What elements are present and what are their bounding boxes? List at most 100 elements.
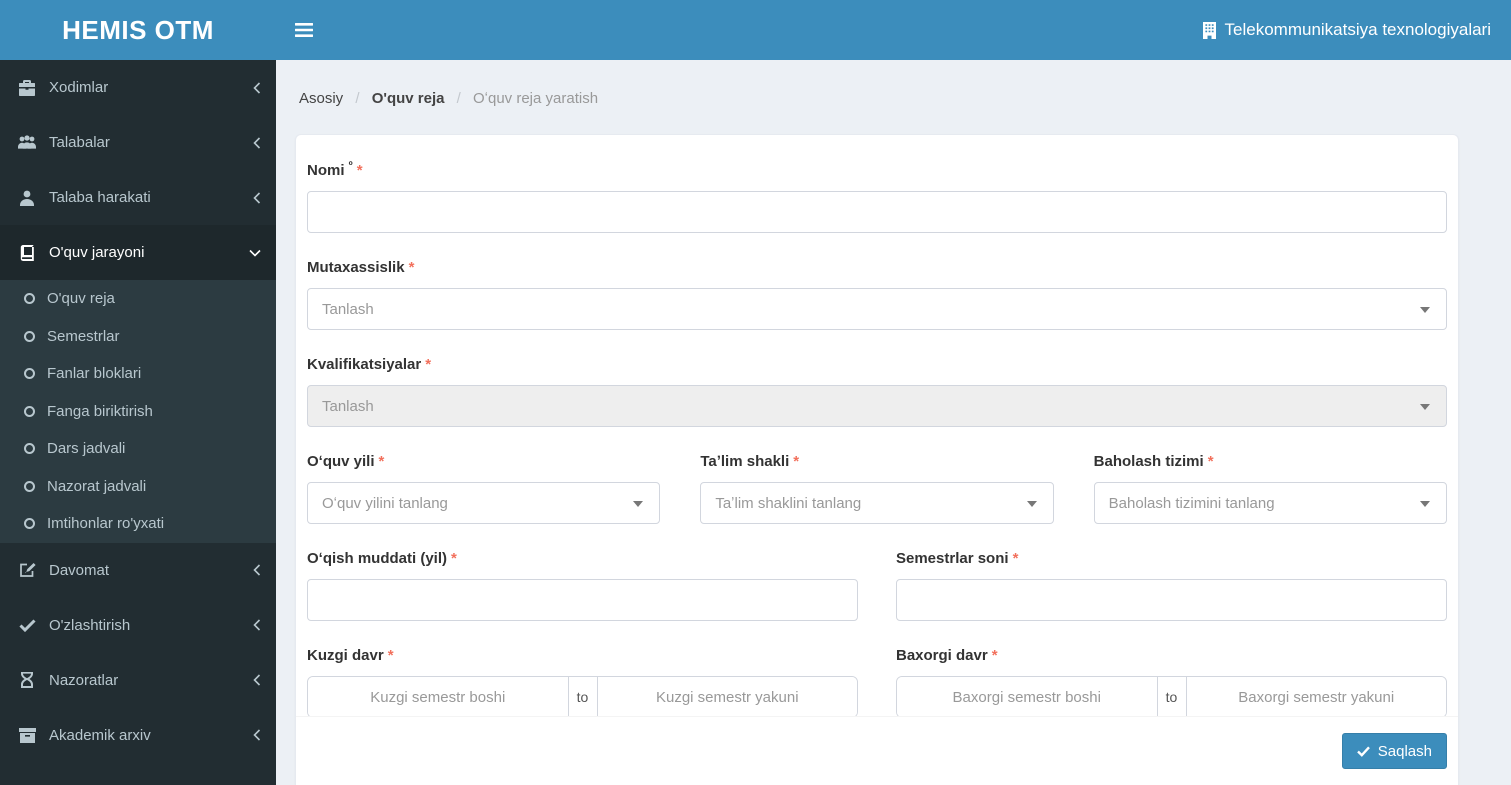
sidebar-item-nazoratlar[interactable]: Nazoratlar [0,653,276,708]
chevron-left-icon [253,136,261,149]
chevron-left-icon [253,191,261,204]
field-semestrlar-soni: Semestrlar soni * [896,550,1447,621]
caret-down-icon [1420,501,1430,507]
app-logo[interactable]: HEMIS OTM [0,0,276,60]
users-icon [16,135,38,150]
sidebar-item-oquv-jarayoni[interactable]: O'quv jarayoni [0,225,276,280]
breadcrumb-current: Oʻquv reja yaratish [472,90,599,107]
breadcrumb-link-asosiy[interactable]: Asosiy [299,90,343,107]
oquv-yili-select[interactable]: Oʻquv yilini tanlang [307,482,661,524]
oquv-yili-label: Oʻquv yili * [307,453,660,471]
kuzgi-davr-range: to [307,676,858,716]
range-separator: to [567,677,598,716]
sidebar-subitem-label: Semestrlar [47,327,120,345]
label-text: Baholash tizimi [1093,453,1204,470]
kuzgi-end-input[interactable] [597,677,857,716]
sidebar-subitem-label: Nazorat jadvali [47,477,147,495]
form-footer: Saqlash [296,716,1458,785]
baxorgi-end-input[interactable] [1186,677,1446,716]
sidebar-subitem-label: Dars jadvali [47,440,126,458]
save-button-label: Saqlash [1377,742,1432,760]
hourglass-icon [16,672,38,688]
content-area: Asosiy / O'quv reja / Oʻquv reja yaratis… [276,60,1511,785]
required-marker: * [378,453,385,470]
baxorgi-start-input[interactable] [897,677,1157,716]
talim-shakli-select[interactable]: Taʼlim shaklini tanlang [700,482,1054,524]
kuzgi-start-input[interactable] [308,677,568,716]
field-mutaxassislik: Mutaxassislik * Tanlash [307,259,1447,330]
briefcase-icon [16,79,38,96]
form-row: Oʻqish muddati (yil) * Semestrlar soni * [307,550,1447,621]
baholash-tizimi-select[interactable]: Baholash tizimini tanlang [1093,482,1447,524]
organization-menu[interactable]: Telekommunikatsiya texnologiyalari [1202,20,1511,40]
field-oquv-yili: Oʻquv yili * Oʻquv yilini tanlang [307,453,661,524]
field-kvalifikatsiyalar: Kvalifikatsiyalar * Tanlash [307,356,1447,427]
sidebar-item-akademik-arxiv[interactable]: Akademik arxiv [0,708,276,763]
label-text: Oʻquv yili [307,453,375,470]
sidebar-item-ozlashtirish[interactable]: O'zlashtirish [0,598,276,653]
select-placeholder: Tanlash [322,300,374,318]
sidebar-subitem-label: Imtihonlar ro'yxati [47,515,165,533]
mutaxassislik-select[interactable]: Tanlash [307,288,1447,330]
semestrlar-soni-input[interactable] [896,579,1447,621]
select-placeholder: Taʼlim shaklini tanlang [715,494,862,512]
talim-shakli-label: Taʼlim shakli * [700,453,1053,471]
required-marker: * [1012,550,1019,567]
required-marker: * [451,550,457,567]
sidebar-item-label: Xodimlar [49,79,109,96]
sidebar-toggle-button[interactable] [276,0,332,60]
kuzgi-davr-label: Kuzgi davr * [307,647,858,665]
sidebar-item-talabalar[interactable]: Talabalar [0,115,276,170]
breadcrumb-separator: / [456,90,461,107]
breadcrumb-link-oquv-reja[interactable]: O'quv reja [372,90,445,107]
sidebar-menu: Xodimlar Talabalar Talaba harakati O'quv… [0,60,276,763]
nomi-input[interactable] [307,191,1447,233]
book-icon [16,244,38,261]
oquv-reja-form-card: Nomi º * Mutaxassislik * Tanlash Kvalifi… [295,134,1459,785]
sidebar-subitem-oquv-reja[interactable]: O'quv reja [0,280,276,318]
label-text: Mutaxassislik [307,259,405,276]
chevron-left-icon [253,564,261,576]
form-row: Kvalifikatsiyalar * Tanlash [307,356,1447,427]
baxorgi-davr-label: Baxorgi davr * [896,647,1447,665]
sidebar-item-davomat[interactable]: Davomat [0,543,276,598]
form-body: Nomi º * Mutaxassislik * Tanlash Kvalifi… [296,135,1458,716]
chevron-left-icon [253,619,261,631]
sidebar-subitem-dars-jadvali[interactable]: Dars jadvali [0,430,276,468]
circle-icon [24,443,35,455]
sidebar-item-label: O'zlashtirish [49,616,131,634]
circle-icon [24,368,35,380]
select-placeholder: Tanlash [322,397,374,415]
mutaxassislik-label: Mutaxassislik * [307,259,1447,277]
sidebar-subitem-fanlar-bloklari[interactable]: Fanlar bloklari [0,355,276,393]
sidebar-subitem-fanga-biriktirish[interactable]: Fanga biriktirish [0,393,276,431]
semestrlar-soni-label: Semestrlar soni * [896,550,1447,568]
sidebar-item-label: O'quv jarayoni [49,244,145,261]
app-logo-text: HEMIS OTM [62,14,214,45]
breadcrumb-separator: / [355,90,360,107]
check-icon [16,618,38,632]
sidebar-subitem-label: Fanlar bloklari [47,365,142,383]
oqish-muddati-input[interactable] [307,579,858,621]
field-oqish-muddati: Oʻqish muddati (yil) * [307,550,858,621]
form-row: Oʻquv yili * Oʻquv yilini tanlang Taʼlim … [307,453,1447,524]
sidebar-item-xodimlar[interactable]: Xodimlar [0,60,276,115]
baholash-tizimi-label: Baholash tizimi * [1094,453,1447,471]
check-icon [1356,745,1370,757]
save-button[interactable]: Saqlash [1341,733,1447,769]
kvalifikatsiyalar-label: Kvalifikatsiyalar * [307,356,1447,374]
sidebar-subitem-semestrlar[interactable]: Semestrlar [0,318,276,356]
select-placeholder: Baholash tizimini tanlang [1108,494,1275,512]
field-kuzgi-davr: Kuzgi davr* to [307,647,858,716]
sidebar-subitem-label: O'quv reja [47,290,115,308]
building-icon [1202,21,1217,39]
caret-down-icon [1026,501,1037,507]
kvalifikatsiyalar-select: Tanlash [307,385,1447,427]
sidebar-subitem-imtihonlar-royxati[interactable]: Imtihonlar ro'yxati [0,505,276,543]
sidebar: HEMIS OTM Xodimlar Talabalar Talaba hara… [0,0,276,785]
sidebar-subitem-nazorat-jadvali[interactable]: Nazorat jadvali [0,468,276,506]
baxorgi-davr-range: to [896,676,1447,716]
sidebar-item-talaba-harakati[interactable]: Talaba harakati [0,170,276,225]
label-text: Baxorgi davr [896,647,988,664]
field-nomi: Nomi º * [307,157,1447,233]
